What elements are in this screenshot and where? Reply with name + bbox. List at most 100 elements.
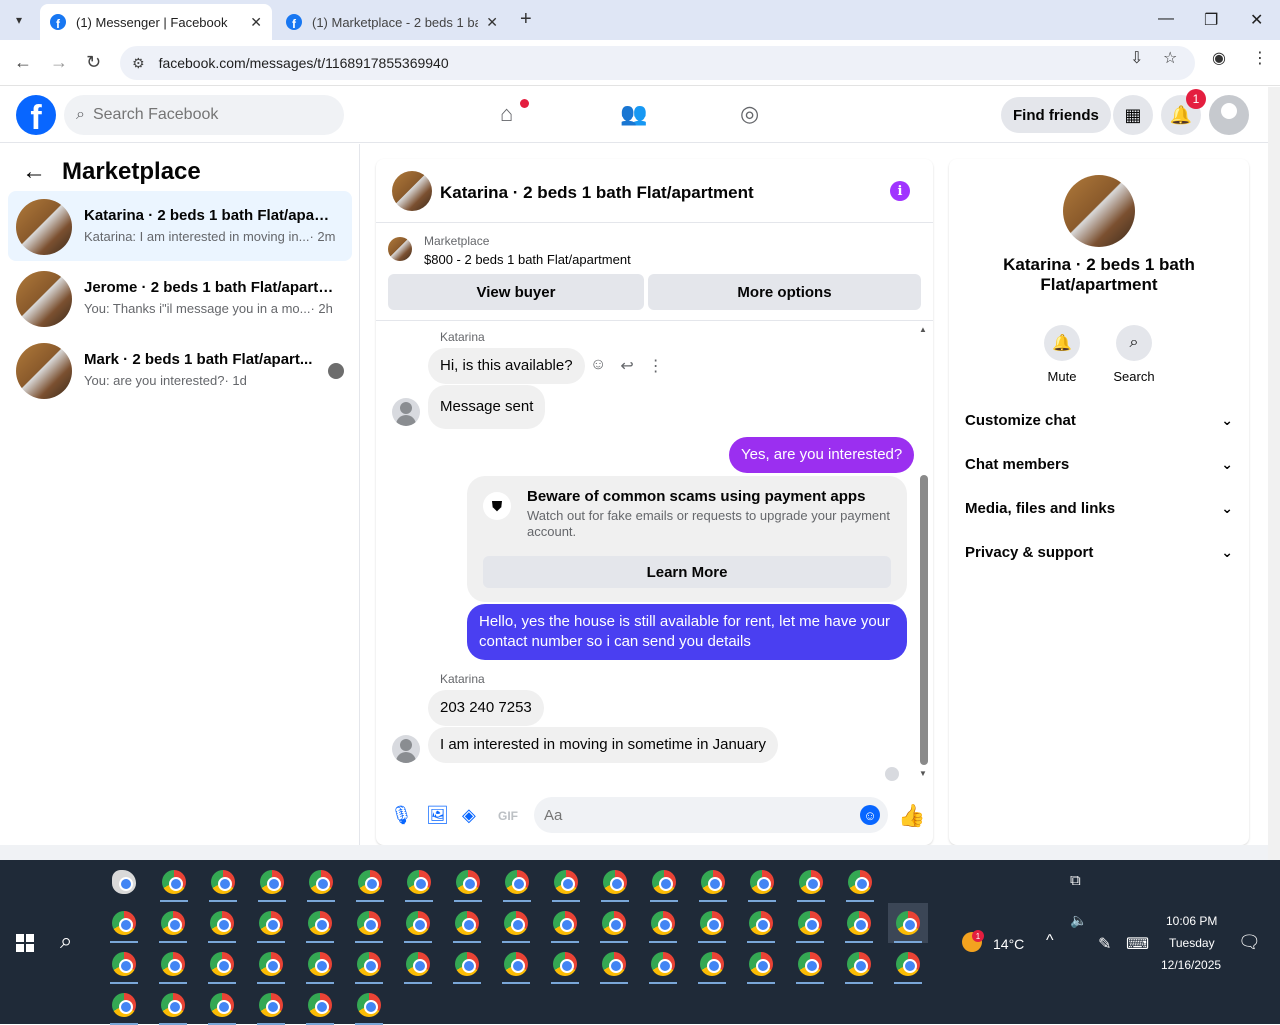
chrome-app-icon[interactable] [840,862,880,902]
chrome-app-icon[interactable] [202,903,242,943]
home-icon[interactable]: ⌂ [500,101,513,127]
window-close-icon[interactable]: ✕ [1250,10,1263,30]
search-icon[interactable]: ⌕ [1116,325,1152,361]
chrome-app-icon[interactable] [202,944,242,984]
meet-now-icon[interactable]: ⧉ [1070,872,1081,889]
find-friends-button[interactable]: Find friends [1001,97,1111,133]
chrome-app-icon[interactable] [153,985,193,1025]
chrome-app-icon[interactable] [643,903,683,943]
conversation-item[interactable]: Mark · 2 beds 1 bath Flat/apart... You: … [8,335,352,405]
message-bubble[interactable]: 203 240 7253 [428,690,544,726]
sticker-icon[interactable]: ◈ [462,805,476,826]
install-app-icon[interactable]: ⇩ [1130,48,1143,68]
reload-icon[interactable]: ↻ [86,52,101,73]
chrome-app-icon[interactable] [398,903,438,943]
clock-time[interactable]: 10:06 PM [1166,914,1217,928]
profile-icon[interactable]: ◉ [1212,48,1226,68]
windows-start-icon[interactable] [16,934,34,952]
chrome-app-icon[interactable] [545,944,585,984]
chrome-app-icon[interactable] [644,862,684,902]
tray-chevron-up-icon[interactable]: ^ [1046,932,1054,950]
taskbar-search-icon[interactable]: ⌕ [60,928,72,954]
view-buyer-button[interactable]: View buyer [388,274,644,310]
message-bubble-outgoing[interactable]: Yes, are you interested? [729,437,915,473]
photo-icon[interactable]: 🖼 [426,805,449,826]
emoji-icon[interactable]: ☺ [860,805,880,825]
back-arrow-icon[interactable]: ← [14,52,32,73]
tab-close-icon[interactable]: ✕ [250,14,262,31]
conversation-item[interactable]: Katarina · 2 beds 1 bath Flat/apart... K… [8,191,352,261]
volume-icon[interactable]: 🔈 [1070,912,1087,929]
message-bubble[interactable]: I am interested in moving in sometime in… [428,727,778,763]
message-bubble[interactable]: Message sent [428,385,546,429]
mute-action[interactable]: 🔔 Mute [1032,325,1092,384]
listing-thumbnail[interactable] [392,171,432,211]
chrome-app-icon[interactable] [153,944,193,984]
chat-title[interactable]: Katarina · 2 beds 1 bath Flat/apartment [440,183,754,203]
chrome-app-icon[interactable] [693,862,733,902]
chrome-app-icon[interactable] [742,862,782,902]
clock-date[interactable]: 12/16/2025 [1161,958,1221,972]
paint-app-icon[interactable] [104,862,144,902]
chrome-app-icon[interactable] [595,862,635,902]
chrome-app-icon[interactable] [839,944,879,984]
tab-messenger[interactable]: f (1) Messenger | Facebook ✕ [40,4,272,40]
account-avatar[interactable] [1209,95,1249,135]
chrome-app-icon[interactable] [154,862,194,902]
chrome-app-icon[interactable] [153,903,193,943]
new-tab-plus-icon[interactable]: + [520,9,532,29]
tab-marketplace[interactable]: f (1) Marketplace - 2 beds 1 bath ✕ [276,4,508,40]
chrome-app-icon[interactable] [104,944,144,984]
chrome-app-icon[interactable] [791,862,831,902]
media-files-links-row[interactable]: Media, files and links ⌄ [965,486,1233,530]
chrome-app-icon[interactable] [448,862,488,902]
chrome-app-icon[interactable] [104,985,144,1025]
chrome-app-icon[interactable] [350,862,390,902]
chrome-app-icon[interactable] [300,985,340,1025]
chrome-app-icon[interactable] [301,862,341,902]
reply-icon[interactable]: ↩ [620,356,633,376]
bell-icon[interactable]: 🔔 [1044,325,1080,361]
conversation-item[interactable]: Jerome · 2 beds 1 bath Flat/apartm... Yo… [8,263,352,333]
address-bar[interactable]: ⚙ facebook.com/messages/t/11689178553699… [120,46,1195,80]
message-input[interactable] [544,806,844,824]
more-options-button[interactable]: More options [648,274,921,310]
chrome-app-icon[interactable] [546,862,586,902]
groups-icon[interactable]: ◎ [740,101,759,127]
chrome-app-icon[interactable] [300,903,340,943]
temperature[interactable]: 14°C [993,936,1024,952]
message-bubble[interactable]: Hi, is this available? [428,348,585,384]
info-icon[interactable]: i [890,181,910,201]
chrome-app-icon[interactable] [447,944,487,984]
chrome-app-icon[interactable] [790,944,830,984]
chrome-app-icon[interactable] [496,903,536,943]
facebook-search-input[interactable] [92,106,313,124]
clock-day[interactable]: Tuesday [1169,936,1215,950]
chrome-app-icon[interactable] [202,985,242,1025]
minimize-icon[interactable]: — [1158,10,1174,28]
chrome-app-icon[interactable] [349,985,389,1025]
learn-more-button[interactable]: Learn More [483,556,891,588]
thumbs-up-icon[interactable]: 👍 [898,803,925,829]
privacy-support-row[interactable]: Privacy & support ⌄ [965,530,1233,574]
friends-icon[interactable]: 👥 [620,101,647,127]
chrome-app-icon[interactable] [349,903,389,943]
listing-title[interactable]: $800 - 2 beds 1 bath Flat/apartment [424,252,631,267]
bookmark-star-icon[interactable]: ☆ [1163,48,1177,68]
chat-scrollbar[interactable]: ▲ ▼ [919,325,929,778]
chrome-app-icon[interactable] [447,903,487,943]
chrome-app-icon[interactable] [741,944,781,984]
chrome-app-icon[interactable] [399,862,439,902]
chrome-app-icon[interactable] [251,903,291,943]
chrome-app-icon[interactable] [741,903,781,943]
page-scrollbar[interactable] [1268,87,1280,860]
message-input-wrapper[interactable]: ☺ [534,797,888,833]
chrome-app-icon[interactable] [251,985,291,1025]
more-icon[interactable]: ⋮ [648,356,664,376]
forward-arrow-icon[interactable]: → [50,52,68,73]
chrome-app-icon[interactable] [300,944,340,984]
tab-search-chevron-icon[interactable]: ▾ [8,9,30,31]
microphone-icon[interactable]: 🎙 [390,805,413,826]
scroll-up-arrow-icon[interactable]: ▲ [919,325,927,334]
chrome-app-icon[interactable] [692,903,732,943]
